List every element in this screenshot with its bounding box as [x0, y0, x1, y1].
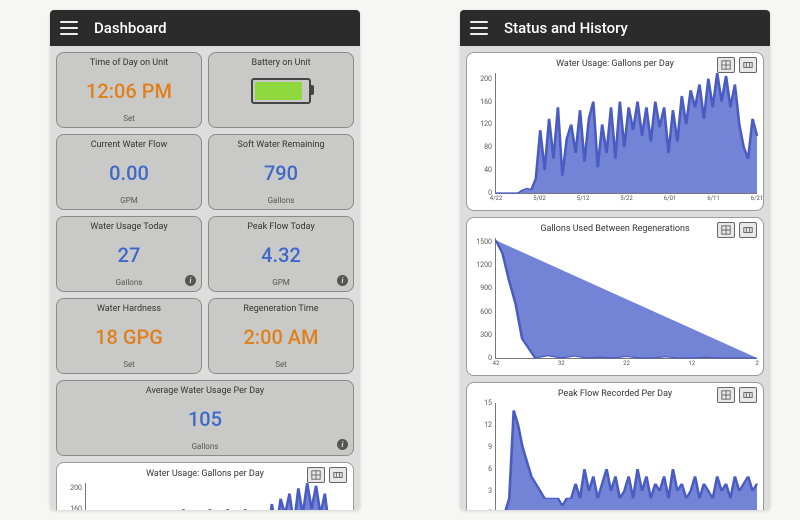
tile-soft-remaining[interactable]: Soft Water Remaining 790 Gallons: [208, 134, 354, 210]
chart-table-icon[interactable]: [717, 387, 735, 403]
chart-card-usage[interactable]: Water Usage: Gallons per Day040801201602…: [466, 52, 764, 211]
tile-value: 105: [188, 409, 222, 429]
chart-expand-icon[interactable]: [329, 467, 347, 483]
tile-label: Soft Water Remaining: [238, 141, 325, 151]
tile-sub: Gallons: [116, 278, 143, 287]
tile-battery[interactable]: Battery on Unit: [208, 52, 354, 128]
tile-value: 12:06 PM: [86, 81, 172, 101]
chart-title: Water Usage: Gallons per Day: [471, 59, 759, 69]
battery-icon: [251, 78, 311, 104]
tile-peak-flow-today[interactable]: Peak Flow Today 4.32 GPM: [208, 216, 354, 292]
tile-value: 0.00: [109, 163, 149, 183]
tile-value: 2:00 AM: [243, 327, 318, 347]
chart-card-usage[interactable]: Water Usage: Gallons per Day040801201602…: [56, 462, 354, 510]
page-title: Status and History: [504, 19, 628, 37]
tile-label: Current Water Flow: [91, 141, 168, 151]
chart-expand-icon[interactable]: [739, 222, 757, 238]
chart-title: Peak Flow Recorded Per Day: [471, 389, 759, 399]
history-screen: Status and History Water Usage: Gallons …: [460, 10, 770, 510]
chart-expand-icon[interactable]: [739, 57, 757, 73]
menu-icon[interactable]: [60, 21, 78, 35]
chart-table-icon[interactable]: [307, 467, 325, 483]
dashboard-screen: Dashboard Time of Day on Unit 12:06 PM S…: [50, 10, 360, 510]
info-icon[interactable]: [337, 439, 348, 450]
tile-sub: Set: [123, 360, 135, 369]
tile-sub: Set: [123, 114, 135, 123]
tile-usage-today[interactable]: Water Usage Today 27 Gallons: [56, 216, 202, 292]
history-content[interactable]: Water Usage: Gallons per Day040801201602…: [460, 46, 770, 510]
info-icon[interactable]: [337, 275, 348, 286]
chart-card-peak-flow[interactable]: Peak Flow Recorded Per Day03691215: [466, 382, 764, 510]
tile-label: Average Water Usage Per Day: [146, 387, 264, 397]
tile-sub: Set: [275, 360, 287, 369]
chart-title: Water Usage: Gallons per Day: [61, 469, 349, 479]
tile-sub: Gallons: [192, 442, 219, 451]
tile-value: 27: [118, 245, 141, 265]
tile-value: 18 GPG: [95, 327, 163, 347]
tile-hardness[interactable]: Water Hardness 18 GPG Set: [56, 298, 202, 374]
app-bar: Dashboard: [50, 10, 360, 46]
tile-regen-time[interactable]: Regeneration Time 2:00 AM Set: [208, 298, 354, 374]
chart-table-icon[interactable]: [717, 222, 735, 238]
tile-avg-usage[interactable]: Average Water Usage Per Day 105 Gallons: [56, 380, 354, 456]
tile-value: 790: [264, 163, 298, 183]
dashboard-content[interactable]: Time of Day on Unit 12:06 PM Set Battery…: [50, 46, 360, 510]
menu-icon[interactable]: [470, 21, 488, 35]
tile-value: 4.32: [261, 245, 301, 265]
tile-label: Regeneration Time: [243, 305, 318, 315]
app-bar: Status and History: [460, 10, 770, 46]
page-title: Dashboard: [94, 19, 167, 37]
tile-time-of-day[interactable]: Time of Day on Unit 12:06 PM Set: [56, 52, 202, 128]
info-icon[interactable]: [185, 275, 196, 286]
chart-title: Gallons Used Between Regenerations: [471, 224, 759, 234]
tile-sub: Gallons: [268, 196, 295, 205]
tile-label: Water Usage Today: [90, 223, 167, 233]
tile-label: Peak Flow Today: [247, 223, 314, 233]
chart-card-between-regen[interactable]: Gallons Used Between Regenerations030060…: [466, 217, 764, 376]
tile-current-flow[interactable]: Current Water Flow 0.00 GPM: [56, 134, 202, 210]
tile-label: Time of Day on Unit: [90, 59, 168, 69]
tile-label: Water Hardness: [97, 305, 161, 315]
tile-label: Battery on Unit: [251, 59, 310, 69]
tile-sub: GPM: [272, 278, 289, 287]
chart-table-icon[interactable]: [717, 57, 735, 73]
chart-expand-icon[interactable]: [739, 387, 757, 403]
tile-sub: GPM: [120, 196, 137, 205]
